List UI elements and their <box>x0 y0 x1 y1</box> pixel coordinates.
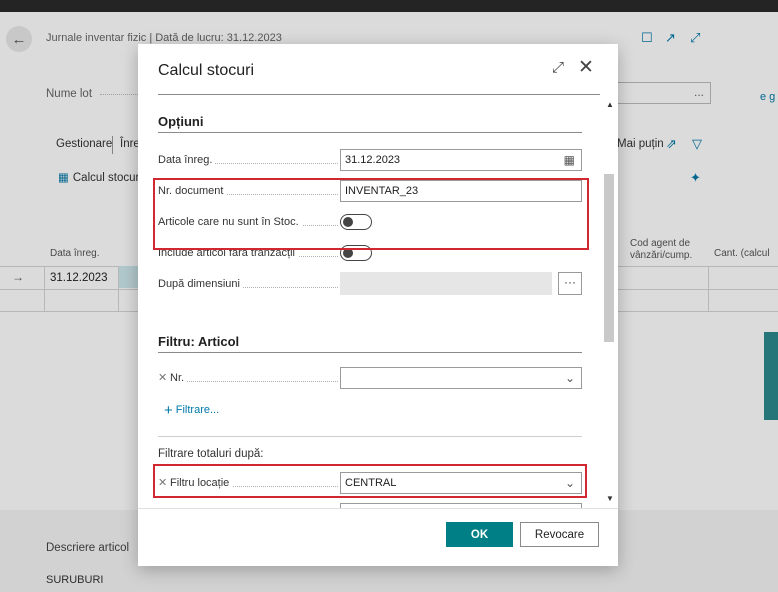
scrollbar[interactable]: ▲ ▼ <box>602 96 616 508</box>
totals-filter-heading: Filtrare totaluri după: <box>158 448 264 460</box>
add-filter-label: Filtrare... <box>175 404 220 416</box>
section-divider <box>158 436 582 437</box>
close-icon[interactable]: ✕ <box>578 56 594 79</box>
scroll-down-icon[interactable]: ▼ <box>606 494 614 503</box>
posting-date-value: 31.12.2023 <box>345 154 401 166</box>
item-filter-section-title: Filtru: Articol <box>158 334 240 349</box>
ok-button[interactable]: OK <box>446 522 513 547</box>
by-dimensions-label: După dimensiuni <box>158 278 243 290</box>
options-section-title: Opțiuni <box>158 114 204 129</box>
by-dimensions-field <box>340 272 552 295</box>
posting-date-input[interactable]: 31.12.2023 ▦ <box>340 149 582 171</box>
section-divider <box>158 132 582 133</box>
item-no-filter-row: ✕ Nr. ⌄ <box>158 366 582 390</box>
calc-inventory-dialog: Calcul stocuri ⤢ ✕ ▲ ▼ Opțiuni Data înre… <box>138 44 618 566</box>
calendar-icon[interactable]: ▦ <box>564 150 575 170</box>
footer-divider <box>138 508 618 509</box>
add-filter-link[interactable]: + Filtrare... <box>164 400 220 419</box>
dialog-body: ▲ ▼ Opțiuni Data înreg. 31.12.2023 ▦ Nr. … <box>138 96 618 508</box>
dialog-title: Calcul stocuri <box>158 62 255 79</box>
dotted-leader <box>172 381 338 382</box>
plus-icon: + <box>164 402 173 419</box>
remove-filter-icon[interactable]: ✕ <box>158 371 167 384</box>
highlight-box <box>153 464 587 498</box>
chevron-down-icon: ⌄ <box>564 371 575 385</box>
by-dimensions-row: După dimensiuni ··· <box>158 272 582 296</box>
scroll-up-icon[interactable]: ▲ <box>606 100 614 109</box>
item-no-label: Nr. <box>170 372 188 384</box>
assist-edit-button[interactable]: ··· <box>558 272 582 295</box>
expand-dialog-icon[interactable]: ⤢ <box>552 59 564 76</box>
title-divider <box>158 94 600 95</box>
cancel-button[interactable]: Revocare <box>520 522 599 547</box>
scroll-thumb[interactable] <box>604 174 614 342</box>
section-divider <box>158 352 582 353</box>
posting-date-row: Data înreg. 31.12.2023 ▦ <box>158 148 582 172</box>
item-no-select[interactable]: ⌄ <box>340 367 582 389</box>
highlight-box <box>153 178 589 250</box>
posting-date-label: Data înreg. <box>158 154 216 166</box>
